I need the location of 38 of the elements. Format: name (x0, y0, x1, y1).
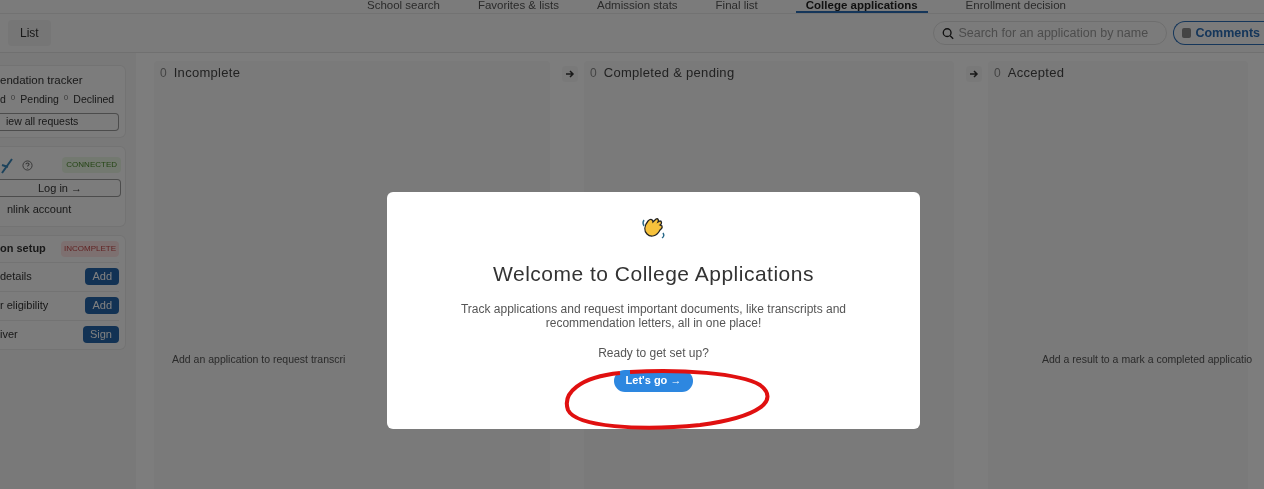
setup-action-button[interactable]: Add (85, 268, 119, 285)
list-button[interactable]: List (8, 20, 51, 46)
tab[interactable]: College applications (795, 0, 928, 13)
tab[interactable]: Admission stats (597, 0, 678, 13)
dialog-title: Welcome to College Applications (493, 261, 814, 287)
setup-item-label: iver (0, 327, 18, 343)
waving-hand-icon (640, 215, 667, 241)
status-badge: INCOMPLETE (61, 240, 119, 257)
right-arrow-icon (565, 70, 575, 78)
dialog-text: Track applications and request important documents, like transcripts and recommendation letters, all in one place! (459, 301, 848, 330)
help-icon[interactable] (22, 159, 33, 171)
status-label: Declined (73, 92, 115, 108)
setup-item-label: details (0, 269, 32, 285)
status-badge: CONNECTED (62, 157, 121, 173)
column-title: Completed & pending (603, 64, 735, 83)
column-title: Accepted (1007, 64, 1065, 83)
setup-title: on setup (0, 241, 46, 257)
tab[interactable]: Final list (715, 0, 758, 13)
arrow-button[interactable] (562, 66, 578, 82)
tab[interactable]: Favorites & lists (477, 0, 560, 13)
column-title: Incomplete (173, 64, 241, 83)
view-requests-button[interactable]: iew all requests (0, 113, 119, 131)
setup-action-button[interactable]: Sign (82, 326, 119, 343)
login-button[interactable]: Log in → (0, 179, 121, 197)
status-label: d (0, 92, 6, 108)
tab[interactable]: School search (367, 0, 440, 13)
empty-column-text: Add an application to request transcri (171, 352, 347, 367)
setup-item-label: r eligibility (0, 298, 49, 314)
arrow-button[interactable] (966, 66, 982, 82)
tab[interactable]: Enrollment decision (965, 0, 1066, 13)
right-arrow-icon (969, 70, 979, 78)
search-icon (942, 26, 955, 40)
setup-action-button[interactable]: Add (85, 297, 119, 314)
unlink-link[interactable]: nlink account (0, 201, 121, 218)
status-label: Pending (20, 92, 59, 108)
dialog-prompt: Ready to get set up? (598, 344, 709, 362)
tracker-title: endation tracker (0, 73, 84, 88)
comment-icon (1182, 28, 1192, 38)
